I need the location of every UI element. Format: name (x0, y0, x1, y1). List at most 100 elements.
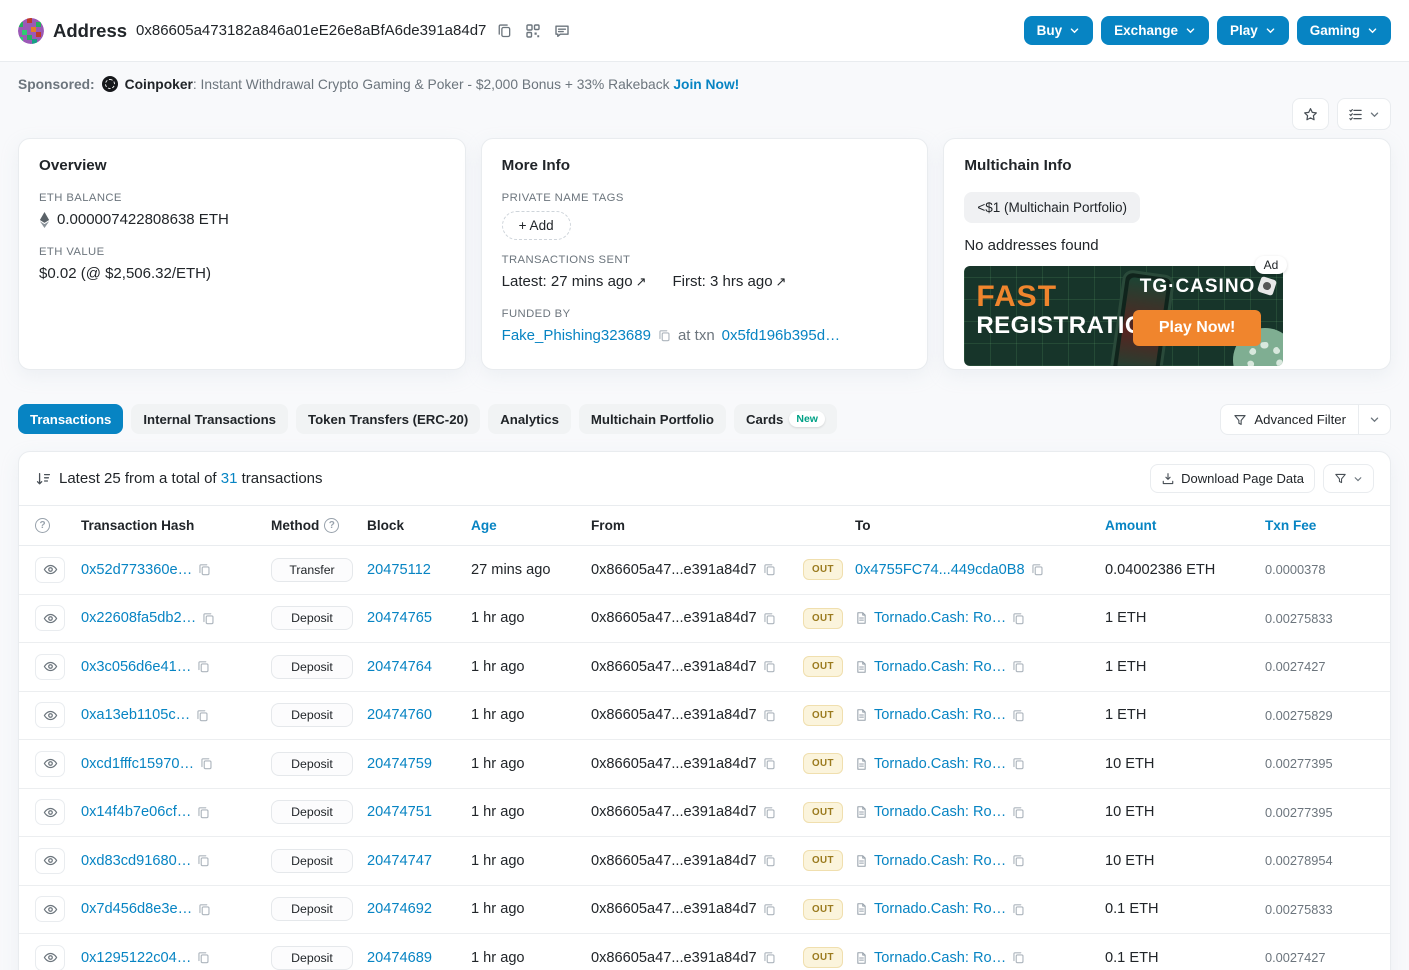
preview-txn-button[interactable] (35, 799, 65, 826)
advanced-filter-caret-button[interactable] (1358, 404, 1391, 435)
copy-icon[interactable] (198, 563, 211, 576)
preview-txn-button[interactable] (35, 702, 65, 729)
txn-hash-link[interactable]: 0x1295122c04… (81, 950, 191, 966)
to-address-link[interactable]: Tornado.Cash: Ro… (874, 756, 1006, 772)
funding-txn-link[interactable]: 0x5fd196b395d… (722, 327, 840, 344)
latest-txn-value[interactable]: 27 mins ago (551, 273, 633, 290)
txn-hash-link[interactable]: 0x3c056d6e41… (81, 659, 191, 675)
copy-icon[interactable] (198, 903, 211, 916)
copy-icon[interactable] (196, 709, 209, 722)
tab-transactions[interactable]: Transactions (18, 404, 124, 434)
to-address-link[interactable]: Tornado.Cash: Ro… (874, 610, 1006, 626)
comment-icon[interactable] (552, 21, 572, 41)
copy-icon[interactable] (763, 903, 776, 916)
block-link[interactable]: 20474751 (367, 804, 432, 820)
favorite-button[interactable] (1292, 98, 1329, 130)
external-link-icon[interactable]: ↗ (636, 274, 647, 289)
copy-icon[interactable] (763, 757, 776, 770)
copy-icon[interactable] (763, 709, 776, 722)
help-icon[interactable]: ? (324, 518, 340, 533)
copy-icon[interactable] (1012, 854, 1025, 867)
block-link[interactable]: 20474765 (367, 610, 432, 626)
copy-icon[interactable] (763, 806, 776, 819)
copy-icon[interactable] (763, 854, 776, 867)
sponsored-cta-link[interactable]: Join Now! (673, 77, 739, 92)
copy-icon[interactable] (1012, 612, 1025, 625)
tab-analytics[interactable]: Analytics (488, 404, 571, 434)
block-link[interactable]: 20474764 (367, 659, 432, 675)
tab-internal-transactions[interactable]: Internal Transactions (131, 404, 289, 434)
copy-icon[interactable] (763, 660, 776, 673)
col-amount[interactable]: Amount (1105, 518, 1265, 533)
download-page-data-button[interactable]: Download Page Data (1150, 464, 1315, 493)
preview-txn-button[interactable] (35, 605, 65, 632)
copy-funder-icon[interactable] (658, 329, 671, 342)
help-icon[interactable]: ? (35, 518, 50, 533)
copy-icon[interactable] (200, 757, 213, 770)
tab-cards[interactable]: Cards New (733, 404, 837, 434)
play-now-button[interactable]: Play Now! (1132, 310, 1262, 346)
tab-multichain-portfolio[interactable]: Multichain Portfolio (578, 404, 726, 434)
qr-code-icon[interactable] (523, 21, 543, 41)
copy-icon[interactable] (1012, 709, 1025, 722)
txn-hash-link[interactable]: 0xcd1fffc15970… (81, 756, 194, 772)
block-link[interactable]: 20474689 (367, 950, 432, 966)
copy-icon[interactable] (197, 951, 210, 964)
add-name-tag-button[interactable]: + Add (501, 211, 571, 240)
to-address-link[interactable]: Tornado.Cash: Ro… (874, 853, 1006, 869)
multichain-portfolio-badge[interactable]: <$1 (Multichain Portfolio) (964, 192, 1141, 223)
first-txn-value[interactable]: 3 hrs ago (710, 273, 773, 290)
block-link[interactable]: 20474759 (367, 756, 432, 772)
exchange-dropdown-button[interactable]: Exchange (1101, 16, 1209, 45)
preview-txn-button[interactable] (35, 653, 65, 680)
txn-hash-link[interactable]: 0xd83cd91680… (81, 853, 191, 869)
txn-hash-link[interactable]: 0x22608fa5db2… (81, 610, 196, 626)
gaming-dropdown-button[interactable]: Gaming (1296, 16, 1391, 45)
block-link[interactable]: 20475112 (367, 562, 431, 578)
copy-icon[interactable] (1012, 903, 1025, 916)
play-dropdown-button[interactable]: Play (1216, 16, 1289, 45)
copy-icon[interactable] (1012, 660, 1025, 673)
txn-hash-link[interactable]: 0xa13eb1105c… (81, 707, 190, 723)
copy-icon[interactable] (197, 660, 210, 673)
copy-icon[interactable] (763, 612, 776, 625)
preview-txn-button[interactable] (35, 847, 65, 874)
to-address-link[interactable]: Tornado.Cash: Ro… (874, 804, 1006, 820)
tab-token-transfers-erc-20-[interactable]: Token Transfers (ERC-20) (296, 404, 481, 434)
to-address-link[interactable]: Tornado.Cash: Ro… (874, 659, 1006, 675)
col-txn-fee[interactable]: Txn Fee (1265, 518, 1374, 533)
preview-txn-button[interactable] (35, 896, 65, 923)
to-address-link[interactable]: 0x4755FC74...449cda0B8 (855, 562, 1025, 578)
to-address-link[interactable]: Tornado.Cash: Ro… (874, 901, 1006, 917)
preview-txn-button[interactable] (35, 556, 65, 583)
view-options-button[interactable] (1337, 98, 1391, 130)
txn-hash-link[interactable]: 0x7d456d8e3e… (81, 901, 192, 917)
copy-icon[interactable] (1031, 563, 1044, 576)
ad-banner[interactable]: FAST REGISTRATION TG·CASINO Play Now! (964, 266, 1284, 366)
copy-icon[interactable] (1012, 951, 1025, 964)
external-link-icon[interactable]: ↗ (776, 274, 787, 289)
copy-icon[interactable] (197, 806, 210, 819)
to-address-link[interactable]: Tornado.Cash: Ro… (874, 707, 1006, 723)
copy-icon[interactable] (763, 951, 776, 964)
block-link[interactable]: 20474692 (367, 901, 432, 917)
table-filter-button[interactable] (1323, 464, 1374, 493)
to-address-link[interactable]: Tornado.Cash: Ro… (874, 950, 1006, 966)
col-age[interactable]: Age (471, 518, 591, 533)
funder-link[interactable]: Fake_Phishing323689 (502, 327, 651, 344)
txn-hash-link[interactable]: 0x14f4b7e06cf… (81, 804, 191, 820)
block-link[interactable]: 20474760 (367, 707, 432, 723)
copy-address-icon[interactable] (495, 21, 514, 40)
preview-txn-button[interactable] (35, 944, 65, 970)
copy-icon[interactable] (763, 563, 776, 576)
preview-txn-button[interactable] (35, 750, 65, 777)
block-link[interactable]: 20474747 (367, 853, 432, 869)
copy-icon[interactable] (1012, 757, 1025, 770)
advanced-filter-button[interactable]: Advanced Filter (1220, 404, 1358, 435)
txn-hash-link[interactable]: 0x52d773360e… (81, 562, 192, 578)
buy-dropdown-button[interactable]: Buy (1023, 16, 1094, 45)
total-transactions-link[interactable]: 31 (221, 470, 238, 487)
copy-icon[interactable] (202, 612, 215, 625)
copy-icon[interactable] (1012, 806, 1025, 819)
copy-icon[interactable] (197, 854, 210, 867)
